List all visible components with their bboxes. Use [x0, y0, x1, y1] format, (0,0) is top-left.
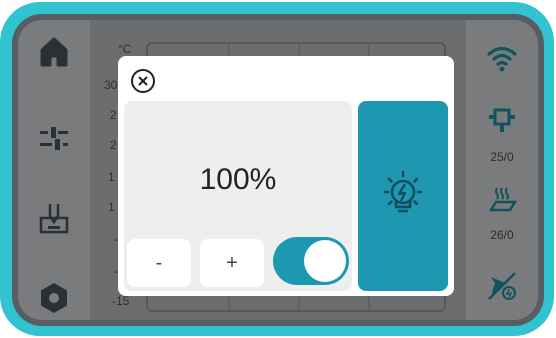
home-icon[interactable] — [32, 30, 76, 74]
fan-icon[interactable] — [482, 266, 522, 306]
decrease-brightness-button[interactable]: - — [127, 239, 191, 287]
bulb-icon — [383, 170, 423, 213]
increase-brightness-button[interactable]: + — [200, 239, 264, 287]
chart-tick-label: 1 — [108, 200, 115, 214]
light-toggle[interactable] — [273, 237, 349, 285]
nozzle-temp-value: 25/0 — [490, 150, 514, 164]
bed-temp-value: 26/0 — [490, 228, 514, 242]
wifi-icon — [482, 38, 522, 78]
chart-unit-label: °C — [118, 42, 132, 56]
toggle-knob — [304, 240, 346, 282]
chart-tick-label: 2 — [110, 138, 117, 152]
chart-tick-label: 2 — [110, 108, 117, 122]
right-status-bar: 25/0 26/0 — [466, 20, 538, 320]
close-button[interactable] — [131, 69, 155, 93]
light-power-button[interactable] — [358, 101, 448, 291]
chart-tick-label: 1 — [108, 170, 115, 184]
close-icon — [138, 76, 148, 86]
sliders-icon[interactable] — [32, 116, 76, 160]
nozzle-icon[interactable] — [482, 104, 522, 138]
chart-tick-label: 30 — [104, 78, 118, 92]
brightness-panel: 100% - + — [124, 101, 352, 291]
chart-tick-label: -15 — [112, 294, 130, 308]
left-nav-bar — [18, 20, 90, 320]
printer-icon[interactable] — [32, 196, 76, 240]
light-control-dialog: 100% - + — [118, 56, 454, 296]
brightness-value: 100% — [199, 163, 277, 196]
settings-hex-icon[interactable] — [32, 276, 76, 320]
heated-bed-icon[interactable] — [482, 182, 522, 216]
